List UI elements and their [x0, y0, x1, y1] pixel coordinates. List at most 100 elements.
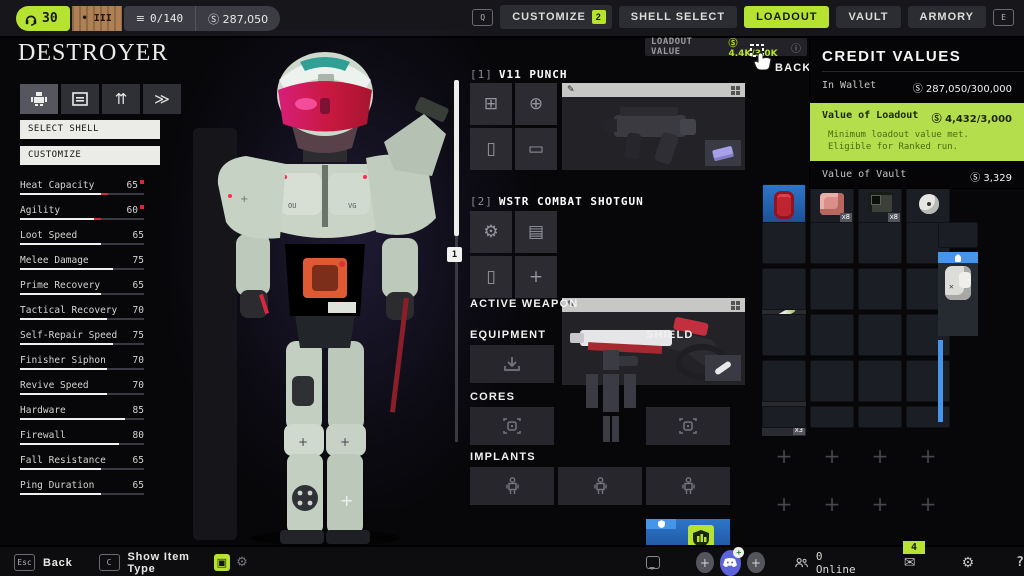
wallet-row: In Wallet Ⓢ 287,050/300,000 [810, 72, 1024, 103]
inventory-slot[interactable] [906, 360, 950, 402]
weapon1-sight-slot[interactable]: ⊕ [515, 83, 557, 125]
vault-row: Value of Vault Ⓢ 3,329 [810, 161, 1024, 192]
tab-customize-label: CUSTOMIZE [512, 11, 586, 23]
viewer-page-badge: 1 [447, 247, 462, 262]
inventory-slot[interactable] [858, 406, 902, 428]
mail-icon[interactable]: ✉ [904, 555, 916, 571]
weapon1-attachment-slot[interactable] [705, 140, 741, 166]
inventory-slot[interactable] [906, 406, 950, 428]
inventory-slot[interactable] [858, 314, 902, 356]
discord-button[interactable]: + [720, 550, 742, 576]
help-icon[interactable]: ? [1016, 555, 1024, 570]
implant-slot-1[interactable] [470, 467, 554, 505]
size-grid-icon [731, 301, 740, 310]
capacity-value: 0/140 [150, 12, 183, 25]
weapon1-core-slot[interactable]: ⊞ [470, 83, 512, 125]
inventory-slot[interactable] [858, 222, 902, 264]
inventory-slot[interactable] [762, 222, 806, 264]
upgrade-button[interactable]: ⇈ [102, 84, 140, 114]
equipped-backpack-slot[interactable] [938, 252, 978, 336]
inventory-slot[interactable] [858, 268, 902, 310]
core-slot-2[interactable] [646, 407, 730, 445]
stat-label: Ping Duration [20, 480, 94, 491]
tab-loadout[interactable]: LOADOUT [744, 6, 829, 28]
inventory-slot[interactable] [810, 222, 854, 264]
inventory-slot[interactable] [762, 406, 806, 428]
stat-label: Fall Resistance [20, 455, 106, 466]
implant-slot-3[interactable] [646, 467, 730, 505]
weapon1-slot-index: [1] [470, 68, 493, 81]
stat-value: 75 [133, 330, 144, 341]
loadout-note-line1: Minimum loadout value met. [828, 129, 1012, 141]
locked-expansion-slot: + [858, 482, 902, 526]
weapon1-magazine-slot[interactable]: ▯ [470, 128, 512, 170]
sight-icon: ⊕ [529, 94, 543, 114]
inventory-scrollbar[interactable] [938, 340, 943, 422]
inventory-slot[interactable] [938, 222, 978, 248]
chat-icon[interactable] [646, 556, 660, 569]
equipment-label: EQUIPMENT [470, 329, 546, 341]
implants-label: IMPLANTS [470, 451, 536, 463]
tab-customize[interactable]: CUSTOMIZE 2 [500, 5, 612, 29]
credit-values-panel: CREDIT VALUES In Wallet Ⓢ 287,050/300,00… [810, 40, 1024, 188]
inventory-slot[interactable] [810, 268, 854, 310]
weapon2-empty-slot[interactable]: + [515, 256, 557, 298]
stat-value: 65 [127, 180, 144, 191]
tab-vault[interactable]: VAULT [836, 6, 900, 28]
fast-forward-icon: ≫ [154, 90, 170, 108]
inventory-slot[interactable] [858, 360, 902, 402]
weapon1-battery-slot[interactable]: ▭ [515, 128, 557, 170]
inventory-slot[interactable] [810, 360, 854, 402]
loadout-value-label: LOADOUT VALUE [651, 37, 724, 57]
inventory-slot[interactable] [762, 360, 806, 402]
hand-cursor-icon [750, 44, 774, 70]
locked-expansion-slot: + [810, 434, 854, 478]
stat-bar [20, 418, 144, 420]
equipment-slot[interactable] [470, 345, 554, 383]
viewer-scroll-thumb[interactable] [454, 80, 459, 236]
weapon2-core-slot[interactable]: ⚙ [470, 211, 512, 253]
weapon2-magazine-slot[interactable]: ▯ [470, 256, 512, 298]
customize-button[interactable]: CUSTOMIZE [20, 146, 160, 165]
implant-slot-2[interactable] [558, 467, 642, 505]
plus-icon: + [529, 267, 543, 287]
skip-button[interactable]: ≫ [143, 84, 181, 114]
weapon2-attachment-slot[interactable] [705, 355, 741, 381]
inventory-slot[interactable] [762, 268, 806, 310]
stat-bar [20, 318, 144, 320]
core-icon [678, 418, 698, 434]
inventory-slot[interactable] [810, 314, 854, 356]
tab-shell-select[interactable]: SHELL SELECT [619, 6, 737, 28]
stat-value: 75 [133, 255, 144, 266]
stat-bar [20, 468, 144, 470]
mech-render[interactable]: + + + OU VG + [200, 46, 460, 546]
select-shell-button[interactable]: SELECT SHELL [20, 120, 160, 139]
core-slot-1[interactable] [470, 407, 554, 445]
display-button[interactable] [61, 84, 99, 114]
vault-value: Ⓢ 3,329 [970, 169, 1012, 184]
tab-armory[interactable]: ARMORY [908, 6, 986, 28]
stat-value: 80 [133, 430, 144, 441]
backpack-item-canister[interactable] [762, 184, 806, 224]
grenade-item-icon [919, 194, 939, 214]
pink-module-item-icon [820, 193, 844, 215]
social-add-button-left[interactable]: + [696, 552, 713, 573]
stat-value: 65 [133, 455, 144, 466]
shell-view-button[interactable] [20, 84, 58, 114]
weapon1-panel[interactable]: ✎ [562, 83, 745, 170]
item-type-settings-icon[interactable]: ⚙ [236, 555, 248, 570]
stat-bar [20, 193, 144, 195]
settings-gear-icon[interactable]: ⚙ [962, 555, 975, 571]
info-icon[interactable]: ⓘ [791, 40, 801, 55]
weapon2-receiver-slot[interactable]: ▤ [515, 211, 557, 253]
inventory-slot[interactable] [762, 314, 806, 356]
locked-expansion-slot: + [810, 482, 854, 526]
item-type-toggle[interactable]: ▣ [214, 554, 231, 571]
stat-bar [20, 393, 144, 395]
back-button[interactable]: Back [43, 557, 73, 569]
locked-expansion-slot: + [906, 434, 950, 478]
social-add-button-right[interactable]: + [747, 552, 764, 573]
inventory-slot[interactable] [810, 406, 854, 428]
stat-row: Firewall 80 [20, 430, 144, 446]
credits-value: Ⓢ 287,050 [208, 11, 268, 27]
